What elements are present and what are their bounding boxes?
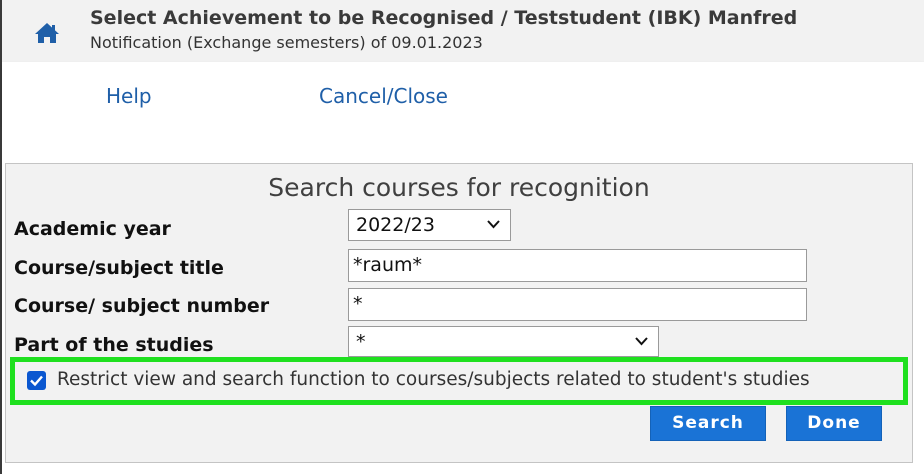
part-of-studies-value: * (356, 331, 366, 353)
part-of-studies-select[interactable]: * (348, 326, 659, 357)
course-number-input[interactable]: * (348, 288, 807, 321)
course-number-label: Course/ subject number (14, 295, 270, 317)
academic-year-label: Academic year (14, 218, 171, 240)
course-title-label: Course/subject title (14, 257, 224, 279)
course-title-input[interactable]: *raum* (348, 249, 807, 282)
search-button[interactable]: Search (650, 406, 766, 441)
done-button[interactable]: Done (786, 406, 882, 441)
page-subtitle: Notification (Exchange semesters) of 09.… (90, 33, 483, 52)
restrict-checkbox[interactable] (27, 371, 46, 390)
help-link[interactable]: Help (106, 84, 152, 108)
cancel-close-link[interactable]: Cancel/Close (319, 84, 448, 108)
restrict-option-highlight: Restrict view and search function to cou… (10, 357, 908, 405)
menu-bar: Help Cancel/Close (2, 62, 924, 126)
chevron-down-icon (487, 220, 500, 229)
spacer (2, 126, 924, 164)
chevron-down-icon (635, 337, 648, 346)
home-icon[interactable] (34, 22, 60, 44)
panel-title: Search courses for recognition (268, 173, 650, 202)
restrict-label: Restrict view and search function to cou… (57, 369, 810, 390)
page-title: Select Achievement to be Recognised / Te… (90, 7, 798, 29)
checkmark-icon (30, 375, 43, 387)
part-of-studies-label: Part of the studies (14, 334, 214, 356)
search-panel: Search courses for recognition Academic … (5, 163, 913, 463)
academic-year-select[interactable]: 2022/23 (348, 209, 511, 241)
academic-year-value: 2022/23 (356, 214, 435, 236)
page-header: Select Achievement to be Recognised / Te… (2, 0, 924, 62)
